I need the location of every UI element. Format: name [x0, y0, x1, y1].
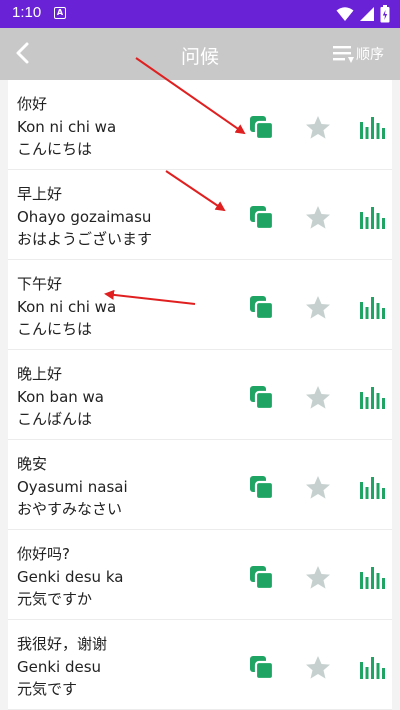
- sort-lines-icon: [333, 46, 354, 63]
- phrase-romaji: Oyasumi nasai: [17, 477, 128, 496]
- status-icons: [336, 5, 390, 23]
- phrase-chinese: 我很好，谢谢: [17, 635, 108, 653]
- wifi-icon: [336, 7, 354, 21]
- phrase-japanese: 元気ですか: [17, 590, 93, 608]
- battery-icon: [380, 5, 390, 23]
- toolbar: 问候 顺序: [0, 28, 400, 80]
- star-icon[interactable]: [304, 474, 332, 502]
- bar-chart-icon[interactable]: [358, 654, 386, 682]
- phrase-japanese: 元気です: [17, 680, 78, 698]
- copy-icon[interactable]: [248, 204, 276, 232]
- phrase-list: 你好 Kon ni chi wa こんにちは 早上好 Ohayo gozaima…: [0, 80, 400, 710]
- phrase-chinese: 晚上好: [17, 365, 63, 383]
- bar-chart-icon[interactable]: [358, 204, 386, 232]
- phrase-chinese: 你好吗?: [17, 545, 70, 563]
- signal-icon: [360, 7, 374, 21]
- star-icon[interactable]: [304, 654, 332, 682]
- phrase-japanese: こんにちは: [17, 320, 93, 338]
- copy-icon[interactable]: [248, 654, 276, 682]
- bar-chart-icon[interactable]: [358, 384, 386, 412]
- phrase-chinese: 早上好: [17, 185, 63, 203]
- star-icon[interactable]: [304, 114, 332, 142]
- star-icon[interactable]: [304, 564, 332, 592]
- copy-icon[interactable]: [248, 114, 276, 142]
- phrase-romaji: Genki desu ka: [17, 567, 124, 586]
- copy-icon[interactable]: [248, 474, 276, 502]
- status-time: 1:10: [12, 4, 42, 21]
- bar-chart-icon[interactable]: [358, 114, 386, 142]
- bar-chart-icon[interactable]: [358, 474, 386, 502]
- phrase-chinese: 你好: [17, 95, 48, 113]
- phrase-japanese: おやすみなさい: [17, 500, 123, 518]
- phrase-romaji: Ohayo gozaimasu: [17, 207, 152, 226]
- phrase-japanese: こんにちは: [17, 140, 93, 158]
- list-item[interactable]: 我很好，谢谢 Genki desu 元気です: [8, 620, 392, 710]
- star-icon[interactable]: [304, 204, 332, 232]
- bar-chart-icon[interactable]: [358, 294, 386, 322]
- phrase-chinese: 下午好: [17, 275, 63, 293]
- phrase-romaji: Kon ban wa: [17, 387, 104, 406]
- list-item[interactable]: 你好 Kon ni chi wa こんにちは: [8, 80, 392, 170]
- copy-icon[interactable]: [248, 384, 276, 412]
- order-button[interactable]: 顺序: [333, 41, 384, 67]
- list-item[interactable]: 你好吗? Genki desu ka 元気ですか: [8, 530, 392, 620]
- phrase-japanese: おはようございます: [17, 230, 153, 248]
- list-item[interactable]: 下午好 Kon ni chi wa こんにちは: [8, 260, 392, 350]
- list-item[interactable]: 早上好 Ohayo gozaimasu おはようございます: [8, 170, 392, 260]
- phrase-chinese: 晚安: [17, 455, 48, 473]
- back-button[interactable]: [8, 38, 40, 70]
- phrase-japanese: こんばんは: [17, 410, 93, 428]
- status-bar: 1:10 A: [0, 0, 400, 28]
- phrase-romaji: Kon ni chi wa: [17, 117, 117, 136]
- copy-icon[interactable]: [248, 564, 276, 592]
- star-icon[interactable]: [304, 384, 332, 412]
- list-item[interactable]: 晚安 Oyasumi nasai おやすみなさい: [8, 440, 392, 530]
- order-label: 顺序: [356, 47, 384, 63]
- chevron-left-icon: [16, 42, 29, 64]
- copy-icon[interactable]: [248, 294, 276, 322]
- phrase-romaji: Kon ni chi wa: [17, 297, 117, 316]
- bar-chart-icon[interactable]: [358, 564, 386, 592]
- notification-icon: A: [54, 7, 66, 19]
- list-item[interactable]: 晚上好 Kon ban wa こんばんは: [8, 350, 392, 440]
- phrase-romaji: Genki desu: [17, 657, 102, 676]
- star-icon[interactable]: [304, 294, 332, 322]
